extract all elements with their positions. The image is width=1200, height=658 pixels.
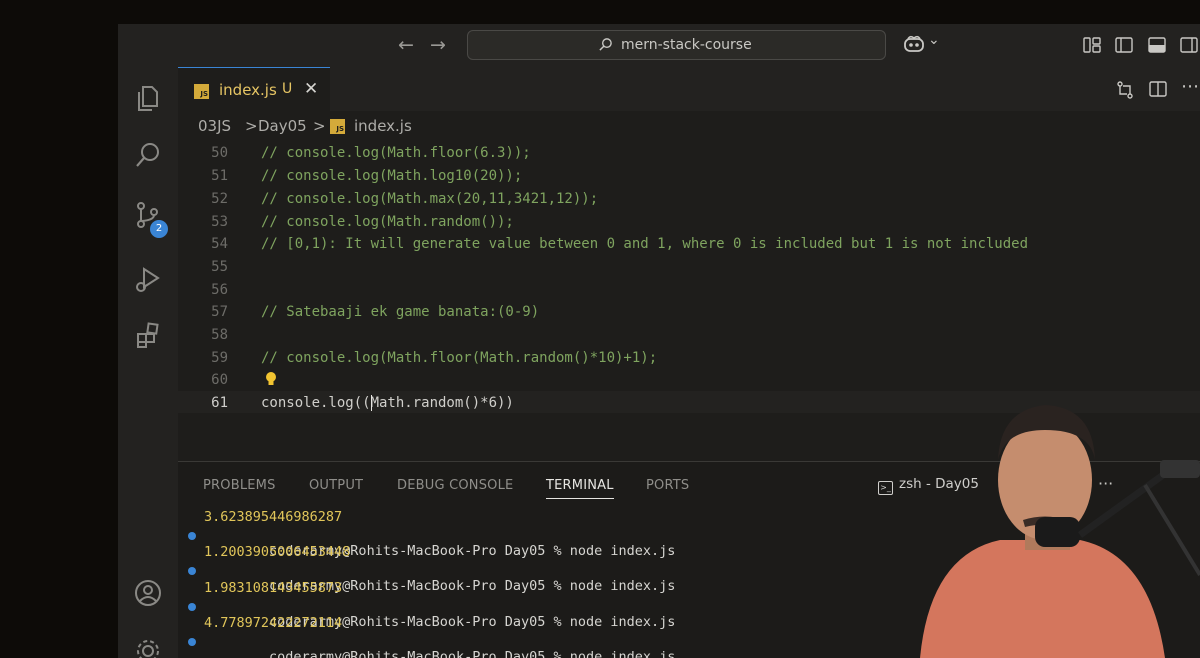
tab-ports[interactable]: PORTS [646, 478, 689, 493]
code-line: 50 // console.log(Math.floor(6.3)); [178, 141, 1200, 163]
code-line: 57 // Satebaaji ek game banata:(0-9) [178, 300, 1200, 322]
line-number: 61 [211, 395, 228, 411]
line-number: 58 [211, 327, 228, 343]
command-status-dot [188, 532, 196, 540]
editor-tab-bar: JS index.js U ✕ ⋯ [178, 67, 1200, 111]
tab-problems[interactable]: PROBLEMS [203, 478, 276, 493]
command-center-search[interactable]: mern-stack-course [467, 30, 886, 60]
code-text: // console.log(Math.floor(6.3)); [261, 145, 531, 161]
run-debug-icon[interactable] [132, 263, 164, 295]
line-number: 60 [211, 372, 228, 388]
code-text: // Satebaaji ek game banata:(0-9) [261, 304, 540, 320]
code-line: 52 // console.log(Math.max(20,11,3421,12… [178, 187, 1200, 209]
terminal-prompt-line: coderarmy@Rohits-MacBook-Pro Day05 % nod… [188, 633, 675, 658]
line-number: 57 [211, 304, 228, 320]
line-number: 56 [211, 282, 228, 298]
line-number: 52 [211, 191, 228, 207]
line-number: 54 [211, 236, 228, 252]
tab-label: index.js [219, 81, 277, 99]
customize-layout-icon[interactable] [1083, 36, 1101, 54]
code-line: 59 // console.log(Math.floor(Math.random… [178, 346, 1200, 368]
outer-background-left [0, 0, 118, 658]
terminal-output-line: 3.623895446986287 [204, 509, 343, 525]
lightbulb-icon[interactable] [264, 371, 278, 387]
command-status-dot [188, 638, 196, 646]
code-line: 58 [178, 323, 1200, 345]
manage-gear-icon[interactable] [132, 635, 164, 658]
text-cursor [371, 395, 372, 411]
breadcrumb-separator: > [245, 117, 258, 135]
code-line: 55 [178, 255, 1200, 277]
copilot-icon [904, 35, 924, 52]
untracked-indicator: U [282, 81, 293, 97]
tab-terminal[interactable]: TERMINAL [546, 478, 614, 499]
toggle-panel-icon[interactable] [1148, 36, 1166, 54]
code-text: // console.log(Math.log10(20)); [261, 168, 523, 184]
breadcrumb-folder-day05[interactable]: Day05 [258, 117, 307, 135]
copilot-menu[interactable]: ⌄ [903, 32, 943, 56]
account-icon[interactable] [132, 577, 164, 609]
title-bar: ← → mern-stack-course ⌄ [118, 24, 1200, 67]
forward-arrow-icon[interactable]: → [430, 34, 446, 56]
terminal-prompt-line: coderarmy@Rohits-MacBook-Pro Day05 % nod… [188, 598, 675, 630]
code-text: // console.log(Math.max(20,11,3421,12)); [261, 191, 599, 207]
split-editor-icon[interactable] [1149, 80, 1167, 98]
tab-debug-console[interactable]: DEBUG CONSOLE [397, 478, 513, 493]
javascript-file-icon: JS [194, 84, 209, 99]
breadcrumb-separator: > [313, 117, 326, 135]
code-line: 53 // console.log(Math.random()); [178, 210, 1200, 232]
close-icon[interactable]: ✕ [304, 79, 318, 99]
terminal-command: coderarmy@Rohits-MacBook-Pro Day05 % nod… [269, 649, 676, 658]
code-line: 54 // [0,1): It will generate value betw… [178, 232, 1200, 254]
chevron-down-icon: ⌄ [928, 32, 940, 48]
back-arrow-icon[interactable]: ← [398, 34, 414, 56]
terminal-icon: >_ [878, 481, 893, 495]
line-number: 51 [211, 168, 228, 184]
toggle-primary-sidebar-icon[interactable] [1115, 36, 1133, 54]
search-icon[interactable] [132, 139, 164, 171]
tab-index-js[interactable]: JS index.js U ✕ [178, 67, 330, 111]
code-line: 56 [178, 278, 1200, 300]
code-text: // console.log(Math.floor(Math.random()*… [261, 350, 658, 366]
command-status-dot [188, 567, 196, 575]
breadcrumb-file-index-js[interactable]: index.js [354, 117, 412, 135]
terminal-prompt-line: coderarmy@Rohits-MacBook-Pro Day05 % nod… [188, 527, 675, 559]
source-control-badge: 2 [150, 220, 168, 238]
presenter-webcam-overlay [920, 405, 1200, 658]
line-number: 53 [211, 214, 228, 230]
explorer-icon[interactable] [132, 82, 164, 114]
code-text: console.log((Math.random()*6)) [261, 395, 514, 411]
line-number: 50 [211, 145, 228, 161]
code-text: // console.log(Math.random()); [261, 214, 514, 230]
terminal-output-line: 1.2003905006453448 [204, 544, 351, 560]
code-line: 51 // console.log(Math.log10(20)); [178, 164, 1200, 186]
tab-output[interactable]: OUTPUT [309, 478, 363, 493]
command-status-dot [188, 603, 196, 611]
breadcrumb: 03JS > Day05 > JS index.js [178, 111, 1200, 141]
javascript-file-icon: JS [330, 119, 345, 134]
terminal-output-line: 4.778972422272114 [204, 615, 343, 631]
line-number: 59 [211, 350, 228, 366]
code-text: // [0,1): It will generate value between… [261, 236, 1029, 252]
compare-changes-icon[interactable] [1115, 80, 1135, 100]
outer-background-top [0, 0, 1200, 24]
search-icon [599, 38, 612, 51]
terminal-output-line: 1.983108143455873 [204, 580, 343, 596]
line-number: 55 [211, 259, 228, 275]
breadcrumb-folder-03js[interactable]: 03JS [198, 117, 231, 135]
activity-bar: 2 [118, 67, 178, 658]
search-text: mern-stack-course [621, 37, 752, 53]
more-actions-icon[interactable]: ⋯ [1181, 76, 1199, 97]
terminal-prompt-line: coderarmy@Rohits-MacBook-Pro Day05 % nod… [188, 562, 675, 594]
toggle-secondary-sidebar-icon[interactable] [1180, 36, 1198, 54]
extensions-icon[interactable] [132, 320, 164, 352]
